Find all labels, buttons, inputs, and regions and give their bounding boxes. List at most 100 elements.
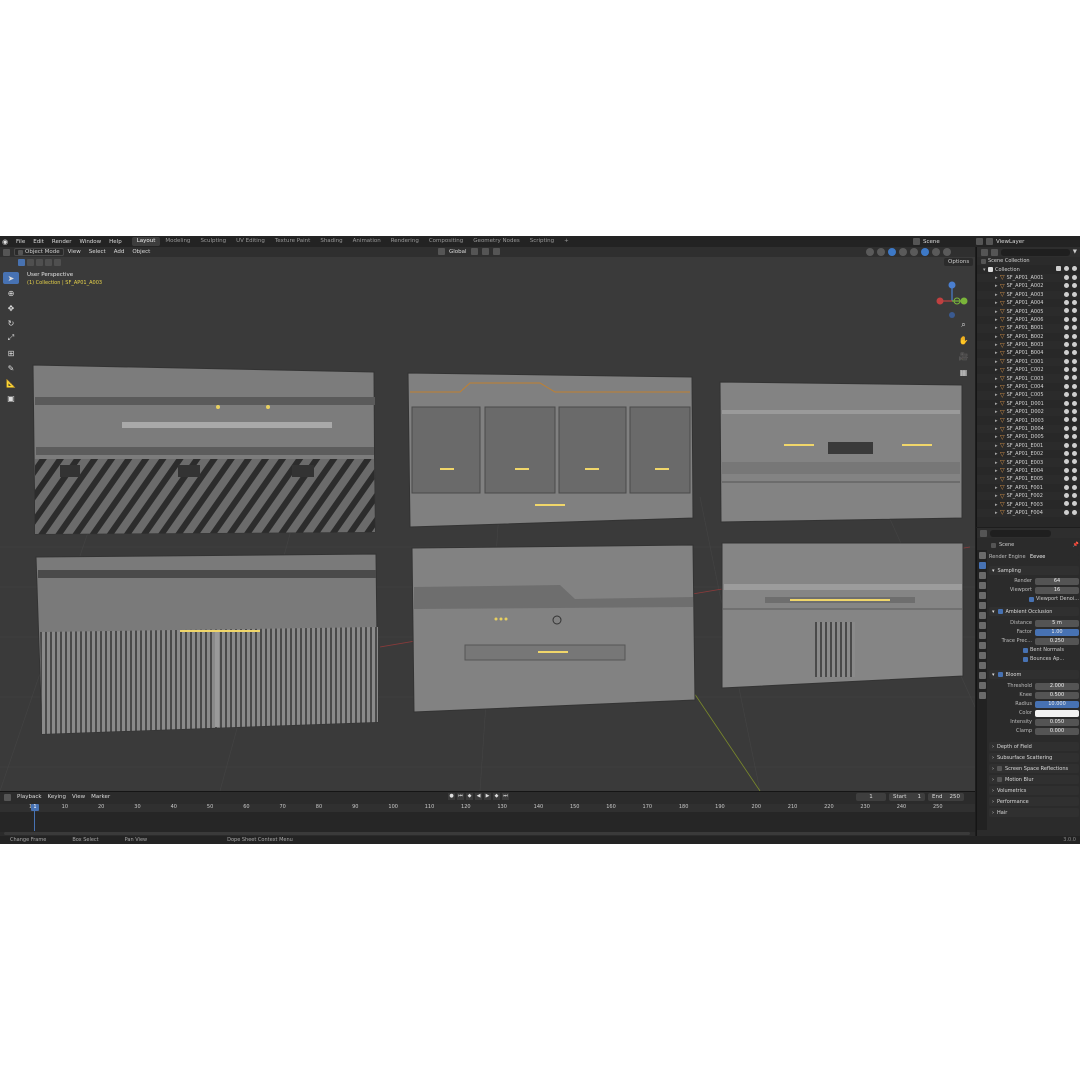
outliner-object-row[interactable]: ▸ ▽ SF_AP01_D002 xyxy=(977,408,1080,417)
tab-modeling[interactable]: Modeling xyxy=(160,237,195,246)
visibility-eye-icon[interactable] xyxy=(1064,283,1069,289)
wall-panel-c[interactable] xyxy=(719,381,963,523)
snap-icon[interactable] xyxy=(481,248,489,255)
render-camera-icon[interactable] xyxy=(1072,484,1077,490)
visibility-eye-icon[interactable] xyxy=(1064,484,1069,490)
object-tab-icon[interactable] xyxy=(978,622,986,629)
visibility-eye-icon[interactable] xyxy=(1064,375,1069,381)
proportional-edit-icon[interactable] xyxy=(492,248,500,255)
outliner-object-row[interactable]: ▸ ▽ SF_AP01_F001 xyxy=(977,484,1080,492)
texture-tab-icon[interactable] xyxy=(978,692,986,699)
pivot-icon[interactable] xyxy=(470,248,478,255)
select-tool-icon[interactable]: ➤ xyxy=(3,272,19,284)
render-camera-icon[interactable] xyxy=(1072,450,1077,456)
visibility-eye-icon[interactable] xyxy=(1064,325,1069,331)
render-tab-icon[interactable] xyxy=(978,562,986,569)
view-layer-selector[interactable]: ViewLayer xyxy=(976,237,1080,246)
visibility-eye-icon[interactable] xyxy=(1064,367,1069,373)
hair-section[interactable]: › Hair xyxy=(989,808,1079,817)
render-camera-icon[interactable] xyxy=(1072,291,1077,297)
material-shading-icon[interactable] xyxy=(932,248,940,256)
playhead-frame[interactable]: 1 xyxy=(31,804,39,811)
render-camera-icon[interactable] xyxy=(1072,409,1077,415)
visibility-eye-icon[interactable] xyxy=(1064,341,1069,347)
visibility-eye-icon[interactable] xyxy=(1064,459,1069,465)
material-tab-icon[interactable] xyxy=(978,682,986,689)
visibility-eye-icon[interactable] xyxy=(1064,316,1069,322)
visibility-eye-icon[interactable] xyxy=(1064,299,1069,305)
menu-render[interactable]: Render xyxy=(48,239,76,245)
outliner-object-row[interactable]: ▸ ▽ SF_AP01_D001 xyxy=(977,400,1080,408)
viewport-denoise-checkbox[interactable] xyxy=(1029,596,1034,602)
select-intersect-icon[interactable] xyxy=(54,259,61,266)
modifier-tab-icon[interactable] xyxy=(978,632,986,639)
select-invert-icon[interactable] xyxy=(45,259,52,266)
properties-panel[interactable]: Scene 📌 Render Engine Eevee ▾ Sampling Rend… xyxy=(976,528,1080,836)
outliner-object-row[interactable]: ▸ ▽ SF_AP01_F004 xyxy=(977,508,1080,518)
visibility-icon[interactable] xyxy=(866,248,874,256)
visibility-eye-icon[interactable] xyxy=(1064,509,1069,515)
wall-panel-e[interactable] xyxy=(411,544,696,713)
play-icon[interactable]: ▶ xyxy=(484,793,491,800)
visibility-eye-icon[interactable] xyxy=(1064,400,1069,406)
outliner-object-row[interactable]: ▸ ▽ SF_AP01_A006 xyxy=(977,316,1080,324)
tab-uv-editing[interactable]: UV Editing xyxy=(231,237,270,246)
performance-section[interactable]: › Performance xyxy=(989,797,1079,806)
visibility-eye-icon[interactable] xyxy=(1064,291,1069,297)
ao-trace-field[interactable]: 0.250 xyxy=(1035,637,1079,645)
next-keyframe-icon[interactable]: ◆ xyxy=(493,793,500,800)
ambient-occlusion-section[interactable]: ▾ Ambient Occlusion xyxy=(989,607,1079,616)
render-camera-icon[interactable] xyxy=(1072,283,1077,289)
motion-blur-checkbox[interactable] xyxy=(997,777,1002,782)
constraints-tab-icon[interactable] xyxy=(978,662,986,669)
bloom-radius-field[interactable]: 10.000 xyxy=(1035,700,1079,708)
visibility-eye-icon[interactable] xyxy=(1064,409,1069,415)
mode-selector[interactable]: Object Mode xyxy=(14,248,64,256)
outliner-object-row[interactable]: ▸ ▽ SF_AP01_E005 xyxy=(977,475,1080,484)
outliner-search-input[interactable] xyxy=(1001,248,1070,256)
volumetrics-section[interactable]: › Volumetrics xyxy=(989,786,1079,795)
scene-collection-row[interactable]: Scene Collection xyxy=(977,257,1080,266)
outliner-object-row[interactable]: ▸ ▽ SF_AP01_B001 xyxy=(977,324,1080,333)
render-camera-icon[interactable] xyxy=(1072,501,1077,507)
tab-geometry-nodes[interactable]: Geometry Nodes xyxy=(468,237,524,246)
3d-viewport[interactable]: Object Mode View Select Add Object Globa… xyxy=(0,247,975,791)
transform-tool-icon[interactable]: ⊞ xyxy=(3,347,19,359)
render-camera-icon[interactable] xyxy=(1072,367,1077,373)
current-frame-field[interactable]: 1 xyxy=(856,793,886,801)
outliner-object-row[interactable]: ▸ ▽ SF_AP01_C002 xyxy=(977,366,1080,374)
ortho-toggle-icon[interactable]: ▦ xyxy=(958,367,969,378)
timeline-menu-view[interactable]: View xyxy=(72,794,85,800)
timeline-menu-marker[interactable]: Marker xyxy=(91,794,110,800)
measure-tool-icon[interactable]: 📐 xyxy=(3,377,19,389)
bent-normals-row[interactable]: Bent Normals xyxy=(989,646,1079,654)
tab-layout[interactable]: Layout xyxy=(131,237,161,246)
render-camera-icon[interactable] xyxy=(1072,341,1077,347)
visibility-eye-icon[interactable] xyxy=(1064,501,1069,507)
add-workspace-button[interactable]: + xyxy=(559,237,574,246)
render-camera-icon[interactable] xyxy=(1072,392,1077,398)
menu-window[interactable]: Window xyxy=(75,239,105,245)
particles-tab-icon[interactable] xyxy=(978,642,986,649)
rotate-tool-icon[interactable]: ↻ xyxy=(3,317,19,329)
visibility-eye-icon[interactable] xyxy=(1064,467,1069,473)
wireframe-shading-icon[interactable] xyxy=(910,248,918,256)
outliner-object-row[interactable]: ▸ ▽ SF_AP01_B003 xyxy=(977,340,1080,350)
blender-logo-icon[interactable]: ◉ xyxy=(0,236,10,247)
view-layer-dropdown-icon[interactable] xyxy=(986,238,993,245)
scene-tab-icon[interactable] xyxy=(978,592,986,599)
render-camera-icon[interactable] xyxy=(1072,509,1077,515)
visibility-eye-icon[interactable] xyxy=(1064,333,1069,339)
bounces-checkbox[interactable] xyxy=(1023,656,1028,662)
sampling-section[interactable]: ▾ Sampling xyxy=(989,566,1079,575)
add-cube-tool-icon[interactable]: ▣ xyxy=(3,392,19,404)
display-mode-icon[interactable] xyxy=(991,248,998,256)
render-camera-icon[interactable] xyxy=(1072,400,1077,406)
end-frame-field[interactable]: End 250 xyxy=(928,793,964,801)
render-camera-icon[interactable] xyxy=(1072,467,1077,473)
bloom-color-swatch[interactable] xyxy=(1035,709,1079,717)
tab-rendering[interactable]: Rendering xyxy=(386,237,424,246)
viewport-samples-field[interactable]: 16 xyxy=(1035,586,1079,594)
xray-toggle-icon[interactable] xyxy=(899,248,907,256)
world-tab-icon[interactable] xyxy=(978,602,986,609)
